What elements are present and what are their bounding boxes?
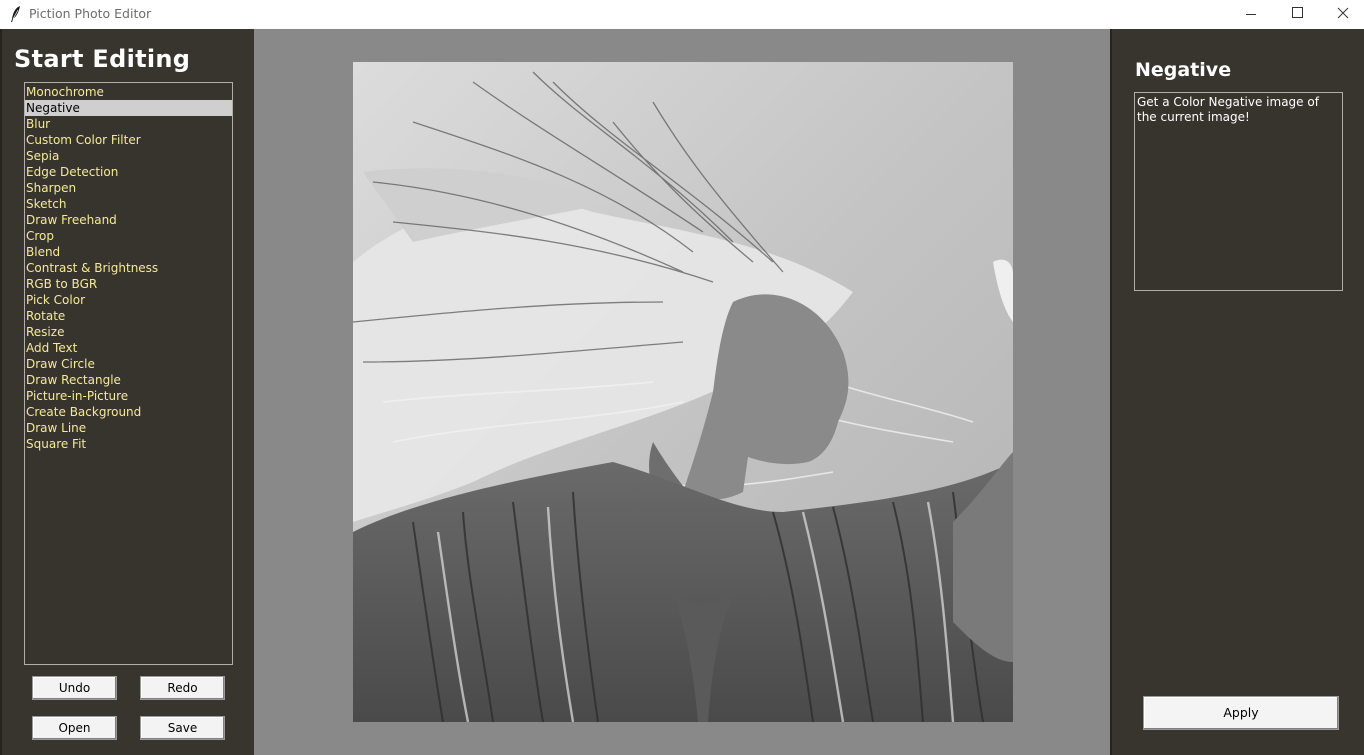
tool-item[interactable]: RGB to BGR bbox=[25, 276, 232, 292]
filter-title: Negative bbox=[1135, 59, 1232, 81]
tool-item[interactable]: Add Text bbox=[25, 340, 232, 356]
apply-button[interactable]: Apply bbox=[1143, 696, 1339, 730]
tool-item[interactable]: Crop bbox=[25, 228, 232, 244]
filter-description: Get a Color Negative image of the curren… bbox=[1134, 92, 1343, 291]
tool-item[interactable]: Negative bbox=[25, 100, 232, 116]
feather-icon bbox=[11, 6, 20, 22]
tool-item[interactable]: Blur bbox=[25, 116, 232, 132]
tool-item[interactable]: Picture-in-Picture bbox=[25, 388, 232, 404]
close-icon bbox=[1337, 7, 1349, 19]
image-canvas-area bbox=[254, 29, 1110, 755]
tool-item[interactable]: Resize bbox=[25, 324, 232, 340]
save-button[interactable]: Save bbox=[140, 716, 225, 740]
tool-item[interactable]: Custom Color Filter bbox=[25, 132, 232, 148]
tool-item[interactable]: Sharpen bbox=[25, 180, 232, 196]
redo-button[interactable]: Redo bbox=[140, 676, 225, 700]
maximize-button[interactable] bbox=[1274, 0, 1320, 29]
maximize-icon bbox=[1292, 7, 1303, 18]
tool-item[interactable]: Sketch bbox=[25, 196, 232, 212]
tool-item[interactable]: Square Fit bbox=[25, 436, 232, 452]
window-title: Piction Photo Editor bbox=[29, 6, 152, 21]
app-body: Start Editing Monochrome Negative Blur Cust… bbox=[0, 29, 1364, 755]
title-bar: Piction Photo Editor bbox=[0, 0, 1364, 29]
tools-panel: Start Editing Monochrome Negative Blur Cust… bbox=[0, 29, 254, 755]
panel-title: Start Editing bbox=[14, 45, 191, 73]
tool-item[interactable]: Edge Detection bbox=[25, 164, 232, 180]
tool-item[interactable]: Draw Circle bbox=[25, 356, 232, 372]
tool-item[interactable]: Draw Line bbox=[25, 420, 232, 436]
close-button[interactable] bbox=[1320, 0, 1364, 29]
tool-item[interactable]: Draw Rectangle bbox=[25, 372, 232, 388]
edited-photo[interactable] bbox=[353, 62, 1013, 722]
tool-item[interactable]: Create Background bbox=[25, 404, 232, 420]
tool-item[interactable]: Draw Freehand bbox=[25, 212, 232, 228]
tool-item[interactable]: Pick Color bbox=[25, 292, 232, 308]
minimize-icon bbox=[1246, 14, 1256, 15]
filter-panel: Negative Get a Color Negative image of t… bbox=[1110, 29, 1364, 755]
undo-button[interactable]: Undo bbox=[32, 676, 117, 700]
tool-item[interactable]: Rotate bbox=[25, 308, 232, 324]
tool-item[interactable]: Blend bbox=[25, 244, 232, 260]
tool-item[interactable]: Contrast & Brightness bbox=[25, 260, 232, 276]
open-button[interactable]: Open bbox=[32, 716, 117, 740]
tool-item[interactable]: Monochrome bbox=[25, 84, 232, 100]
tool-item[interactable]: Sepia bbox=[25, 148, 232, 164]
tool-listbox[interactable]: Monochrome Negative Blur Custom Color Filte… bbox=[24, 82, 233, 665]
minimize-button[interactable] bbox=[1228, 0, 1274, 29]
